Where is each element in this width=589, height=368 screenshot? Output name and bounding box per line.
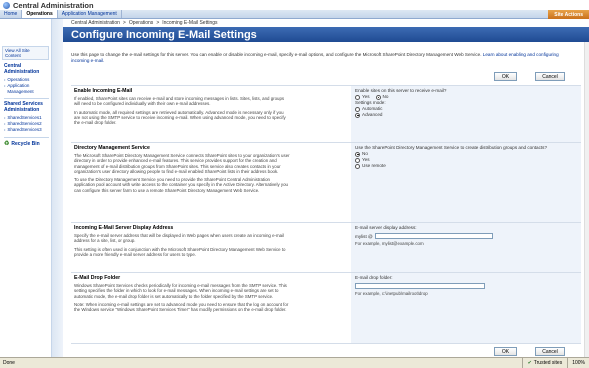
description-text: Use this page to change the e-mail setti… — [71, 52, 482, 57]
title-bar: Central Administration — [0, 0, 589, 10]
ok-button-bottom[interactable]: OK — [494, 347, 517, 356]
sidebar-item-label: Application Management — [7, 83, 34, 94]
status-bar: Done ✔ Trusted sites 100% — [0, 357, 589, 368]
display-address-input[interactable] — [374, 233, 493, 239]
section-title: Directory Management Service — [74, 145, 150, 151]
section-directory-management: Directory Management Service The Microso… — [71, 142, 581, 222]
section-text: Note: When incoming e-mail settings are … — [74, 301, 289, 313]
drop-folder-label: E-mail drop folder: — [355, 275, 393, 280]
sidebar-item-sharedservices3[interactable]: • SharedServices3 — [4, 127, 51, 133]
ok-button-top[interactable]: OK — [494, 72, 517, 81]
section-text: To use the Directory Management Service … — [74, 177, 288, 193]
cancel-button-bottom[interactable]: Cancel — [535, 347, 565, 356]
breadcrumb-central-admin[interactable]: Central Administration — [71, 20, 120, 26]
page-header: Configure Incoming E-Mail Settings — [63, 27, 589, 42]
app-title: Central Administration — [13, 0, 94, 10]
mode-advanced-radio[interactable]: Advanced — [355, 112, 382, 118]
recycle-bin-icon: ♻ — [4, 141, 10, 147]
drop-folder-example: For example, c:\inetpub\mailroot\drop — [355, 291, 428, 296]
display-address-prefix: mylist @ — [355, 233, 373, 239]
main-content: Use this page to change the e-mail setti… — [63, 42, 589, 357]
sharepoint-logo-icon — [3, 1, 10, 9]
display-address-example: For example, mylist@example.com — [355, 241, 424, 246]
display-address-label: E-mail server display address: — [355, 225, 417, 230]
section-text: This setting is often used in conjunctio… — [74, 246, 286, 257]
section-text: The Microsoft SharePoint Directory Manag… — [74, 153, 290, 174]
breadcrumb-operations[interactable]: Operations — [129, 20, 153, 26]
sidebar-item-label: SharedServices3 — [7, 127, 42, 132]
breadcrumb-current: Incoming E-Mail Settings — [162, 20, 218, 26]
section-text: Specify the e-mail server address that w… — [74, 233, 285, 244]
breadcrumb-separator: > — [156, 20, 160, 26]
sidebar-header-shared-services[interactable]: Shared Services Administration — [4, 98, 49, 113]
cancel-button-top[interactable]: Cancel — [535, 72, 565, 81]
check-icon: ✔ — [527, 360, 532, 366]
sidebar-item-application-management[interactable]: • Application Management — [4, 83, 51, 95]
page-title: Configure Incoming E-Mail Settings — [71, 28, 257, 41]
section-display-address: Incoming E-Mail Server Display Address S… — [71, 222, 581, 272]
recycle-bin-link[interactable]: ♻ Recycle Bin — [4, 137, 49, 147]
directory-question: Use the SharePoint Directory Management … — [355, 145, 548, 150]
status-text: Done — [3, 360, 15, 366]
section-title: Incoming E-Mail Server Display Address — [74, 225, 174, 231]
tab-operations[interactable]: Operations — [22, 10, 58, 18]
sidebar-header-central-admin[interactable]: Central Administration — [4, 63, 49, 75]
left-gradient-edge — [52, 19, 63, 357]
view-all-site-content-link[interactable]: View All Site Content — [2, 46, 49, 60]
page-description: Use this page to change the e-mail setti… — [71, 52, 577, 63]
vertical-scrollbar[interactable] — [584, 42, 589, 357]
sidebar: View All Site Content Central Administra… — [0, 19, 52, 357]
section-text: If enabled, SharePoint sites can receive… — [74, 96, 285, 107]
section-text: In automatic mode, all required settings… — [74, 109, 286, 126]
section-text: Windows SharePoint Services checks perio… — [74, 283, 287, 299]
section-drop-folder: E-Mail Drop Folder Windows SharePoint Se… — [71, 272, 581, 344]
tab-home[interactable]: Home — [0, 10, 23, 18]
section-title: E-Mail Drop Folder — [74, 275, 121, 281]
breadcrumb-separator: > — [122, 20, 126, 26]
recycle-bin-label: Recycle Bin — [11, 140, 40, 147]
bullet-icon: • — [4, 127, 6, 132]
directory-remote-radio[interactable]: Use remote — [355, 163, 386, 169]
top-navigation: Home Operations Application Management S… — [0, 10, 589, 19]
tab-application-management[interactable]: Application Management — [58, 10, 122, 18]
breadcrumb: Central Administration > Operations > In… — [63, 19, 589, 27]
site-actions-button[interactable]: Site Actions — [548, 10, 589, 19]
section-title: Enable Incoming E-Mail — [74, 88, 133, 94]
section-enable-incoming: Enable Incoming E-Mail If enabled, Share… — [71, 85, 581, 142]
bullet-icon: • — [4, 83, 6, 88]
security-zone: ✔ Trusted sites — [521, 358, 568, 368]
drop-folder-input[interactable] — [355, 283, 485, 289]
zoom-level[interactable]: 100% — [567, 358, 589, 368]
